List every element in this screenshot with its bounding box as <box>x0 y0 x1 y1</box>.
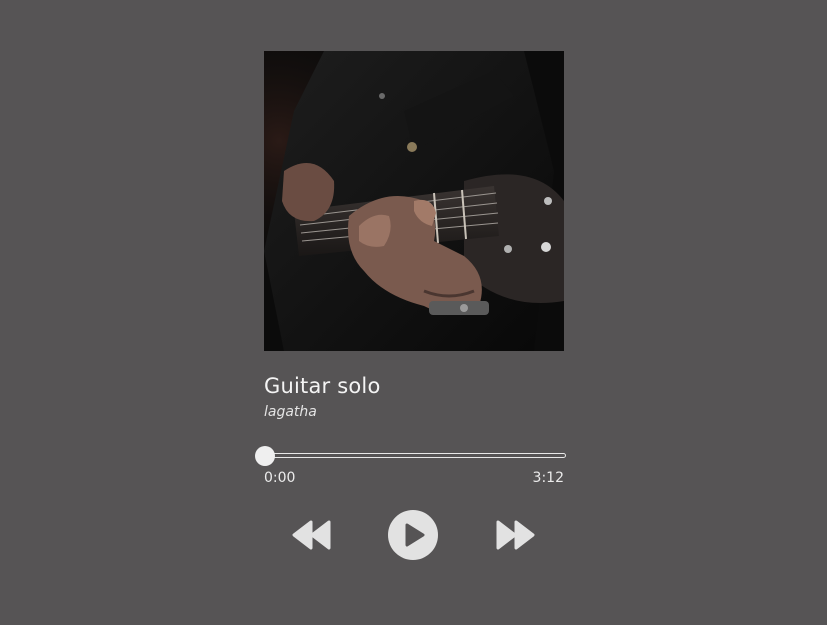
fast-forward-icon <box>496 520 535 550</box>
previous-button[interactable] <box>291 519 333 551</box>
album-cover <box>264 51 564 351</box>
play-icon <box>388 510 438 560</box>
music-player: Guitar solo lagatha 0:00 3:12 <box>255 51 566 561</box>
guitarist-photo <box>264 51 564 351</box>
time-readout: 0:00 3:12 <box>264 470 564 488</box>
track-duration: 3:12 <box>532 470 564 486</box>
progress-slider[interactable] <box>255 446 566 467</box>
playback-controls <box>264 509 564 561</box>
rewind-icon <box>292 520 331 550</box>
next-button[interactable] <box>494 519 536 551</box>
current-time: 0:00 <box>264 470 296 486</box>
track-title: Guitar solo <box>264 374 381 398</box>
play-button[interactable] <box>387 509 439 561</box>
track-artist: lagatha <box>264 404 317 420</box>
progress-track[interactable] <box>264 453 566 458</box>
progress-knob[interactable] <box>255 446 275 466</box>
